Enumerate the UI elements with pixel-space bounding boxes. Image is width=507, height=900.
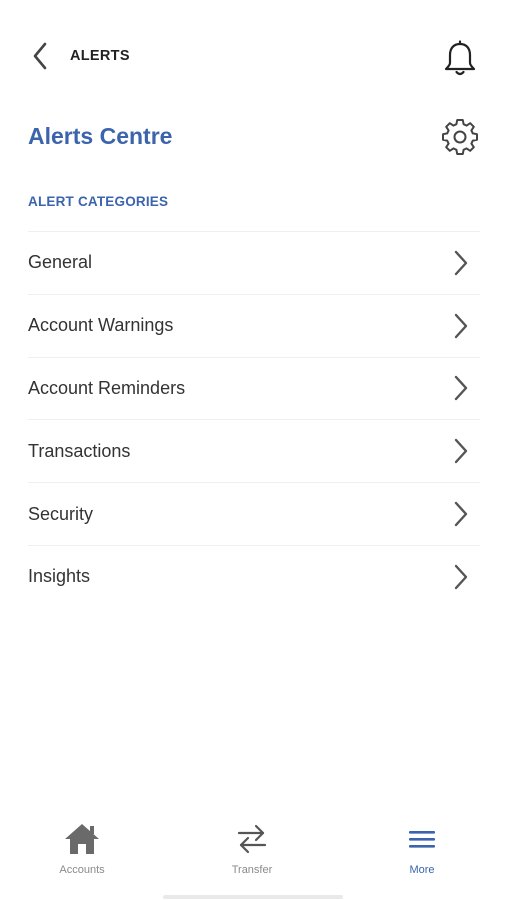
home-icon (65, 824, 99, 854)
gear-icon (442, 119, 478, 155)
chevron-left-icon (33, 42, 47, 70)
list-item-label: Account Warnings (28, 315, 174, 336)
alert-categories-list: General Account Warnings Account Reminde… (28, 231, 480, 608)
transfer-icon (237, 824, 267, 854)
section-title: ALERT CATEGORIES (28, 194, 169, 209)
notifications-button[interactable] (440, 38, 480, 80)
tab-label: More (409, 864, 435, 876)
tab-more[interactable]: More (367, 821, 477, 881)
tab-label: Transfer (231, 864, 273, 876)
category-account-warnings[interactable]: Account Warnings (28, 293, 480, 357)
tab-bar: Accounts Transfer More (0, 815, 507, 900)
chevron-right-icon (454, 376, 468, 401)
list-item-label: Insights (28, 566, 91, 587)
chevron-right-icon (454, 501, 468, 527)
bell-icon (444, 40, 476, 76)
tab-transfer[interactable]: Transfer (197, 821, 307, 881)
header: ALERTS (0, 0, 507, 110)
category-account-reminders[interactable]: Account Reminders (28, 356, 480, 420)
home-indicator (163, 895, 343, 899)
alerts-screen: ALERTS Alerts Centre ALERT CATEGORIES Ge… (0, 0, 507, 900)
tab-accounts[interactable]: Accounts (27, 821, 137, 881)
category-general[interactable]: General (28, 231, 480, 294)
list-item-label: General (28, 252, 93, 273)
category-transactions[interactable]: Transactions (28, 419, 480, 482)
chevron-right-icon (454, 564, 468, 590)
tab-label: Accounts (59, 864, 105, 876)
settings-button[interactable] (439, 116, 481, 158)
back-button[interactable] (24, 38, 56, 74)
category-security[interactable]: Security (28, 482, 480, 545)
chevron-right-icon (454, 439, 468, 464)
list-item-label: Security (28, 503, 94, 524)
menu-icon (409, 831, 435, 848)
header-title: ALERTS (70, 48, 130, 64)
category-insights[interactable]: Insights (28, 544, 480, 608)
list-item-label: Account Reminders (28, 377, 186, 398)
chevron-right-icon (454, 250, 468, 276)
list-item-label: Transactions (28, 440, 131, 461)
page-title: Alerts Centre (28, 123, 173, 149)
chevron-right-icon (454, 313, 468, 338)
